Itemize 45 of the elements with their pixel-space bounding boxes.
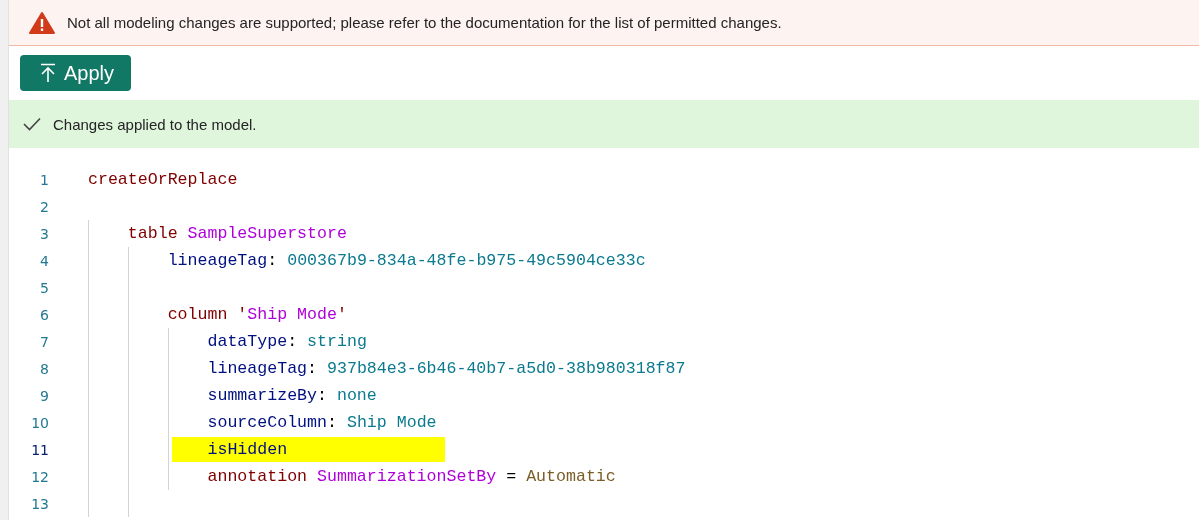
line-number: 7 <box>39 333 49 350</box>
code-token: Ship Mode <box>345 413 437 432</box>
warning-icon <box>29 11 55 34</box>
code-token: isHidden <box>206 440 288 459</box>
warning-message: Not all modeling changes are supported; please refer to the documentation for the list of permitted changes. <box>67 14 782 31</box>
code-token: = <box>505 467 518 486</box>
code-token: SampleSuperstore <box>186 224 347 243</box>
line-number: 11 <box>30 441 49 458</box>
success-message: Changes applied to the model. <box>53 115 257 133</box>
line-number: 2 <box>39 198 49 215</box>
code-token: string <box>306 332 367 351</box>
code-token: : <box>267 251 278 270</box>
check-icon <box>23 117 41 131</box>
line-number: 4 <box>39 252 49 269</box>
apply-button[interactable]: Apply <box>20 55 132 91</box>
code-token: : <box>287 332 298 351</box>
upload-icon <box>40 63 56 83</box>
code-token: annotation <box>206 467 308 486</box>
code-token: column ' <box>166 305 248 324</box>
line-number: 1 <box>39 171 49 188</box>
line-number: 10 <box>30 414 49 431</box>
code-token: table <box>126 224 178 243</box>
code-token: summarizeBy <box>206 386 318 405</box>
code-token: : <box>307 359 318 378</box>
code-token: none <box>335 386 377 405</box>
code-token: SummarizationSetBy <box>316 467 497 486</box>
code-token: sourceColumn <box>206 413 327 432</box>
line-number: 9 <box>39 387 49 404</box>
line-number: 5 <box>39 279 49 296</box>
code-token: lineageTag <box>166 251 268 270</box>
code-token: dataType <box>206 332 288 351</box>
code-token: Automatic <box>526 467 616 486</box>
code-token: createOrReplace <box>88 170 238 189</box>
line-number: 12 <box>30 468 49 485</box>
code-token: lineageTag <box>206 359 308 378</box>
code-token: : <box>327 413 337 432</box>
code-token: ' <box>336 305 347 324</box>
line-number: 3 <box>39 225 49 242</box>
line-number: 13 <box>30 495 49 512</box>
line-number: 6 <box>39 306 49 323</box>
code-token: 937b84e3-6b46-40b7-a5d0-38b980318f87 <box>326 359 686 378</box>
code-token: : <box>317 386 327 405</box>
code-token: Ship Mode <box>247 305 337 324</box>
line-number: 8 <box>39 360 49 377</box>
code-token: 000367b9-834a-48fe-b975-49c5904ce33c <box>286 251 646 270</box>
